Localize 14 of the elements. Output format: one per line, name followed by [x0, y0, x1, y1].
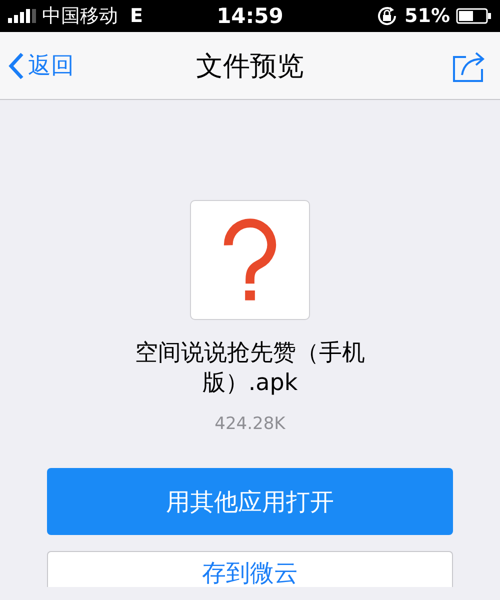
open-with-button[interactable]: 用其他应用打开: [47, 468, 453, 535]
battery-icon: [456, 8, 492, 24]
screen-title: 文件预览: [196, 50, 304, 82]
back-chevron-icon: [8, 52, 24, 80]
battery-percent: 51%: [404, 5, 450, 27]
status-time: 14:59: [216, 4, 284, 28]
network-type: E: [130, 5, 143, 27]
file-name: 空间说说抢先赞（手机版）.apk: [134, 339, 366, 398]
file-size: 424.28K: [214, 414, 286, 434]
signal-icon: [8, 9, 36, 23]
unknown-file-icon: [190, 200, 310, 320]
save-button[interactable]: 存到微云: [47, 551, 453, 587]
carrier-name: 中国移动: [42, 4, 118, 29]
back-button[interactable]: 返回: [8, 50, 74, 81]
